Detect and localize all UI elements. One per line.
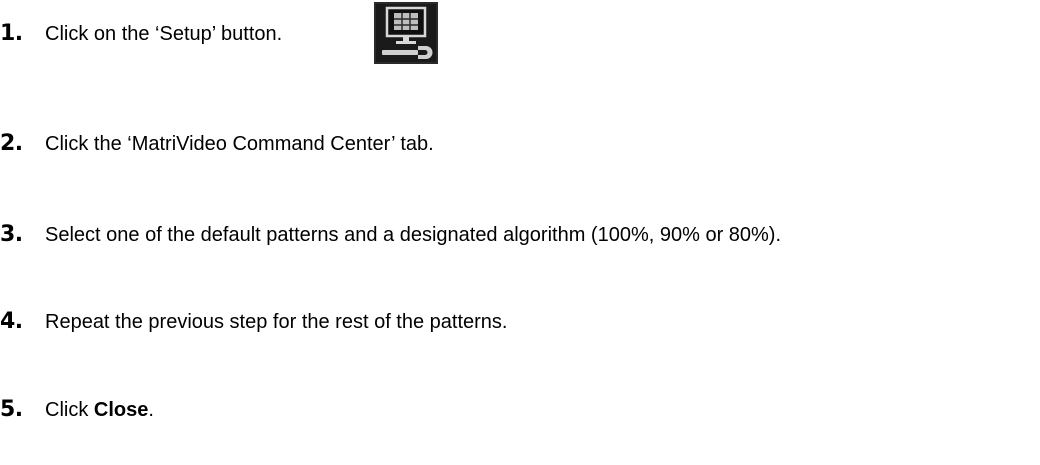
step-number: 5. bbox=[0, 397, 23, 422]
step-number: 3. bbox=[0, 222, 23, 247]
step-text: Click the ‘MatriVideo Command Center’ ta… bbox=[45, 132, 434, 155]
instruction-step-2: 2. Click the ‘MatriVideo Command Center’… bbox=[0, 131, 434, 156]
step-text-suffix: . bbox=[148, 398, 154, 421]
instruction-step-5: 5. Click Close. bbox=[0, 397, 154, 422]
step-number: 4. bbox=[0, 309, 23, 334]
step-text: Select one of the default patterns and a… bbox=[45, 223, 782, 246]
step-text: Click on the ‘Setup’ button. bbox=[45, 22, 283, 45]
step-number: 2. bbox=[0, 131, 23, 156]
instruction-step-1: 1. Click on the ‘Setup’ button. bbox=[0, 21, 282, 46]
instruction-step-3: 3. Select one of the default patterns an… bbox=[0, 222, 781, 247]
setup-monitor-wrench-icon bbox=[374, 2, 438, 64]
step-text: Click Close. bbox=[45, 398, 154, 422]
step-number: 1. bbox=[0, 21, 23, 46]
instruction-step-4: 4. Repeat the previous step for the rest… bbox=[0, 309, 508, 334]
step-text-prefix: Click bbox=[45, 398, 94, 421]
close-label: Close bbox=[93, 398, 149, 421]
step-text: Repeat the previous step for the rest of… bbox=[45, 310, 508, 333]
